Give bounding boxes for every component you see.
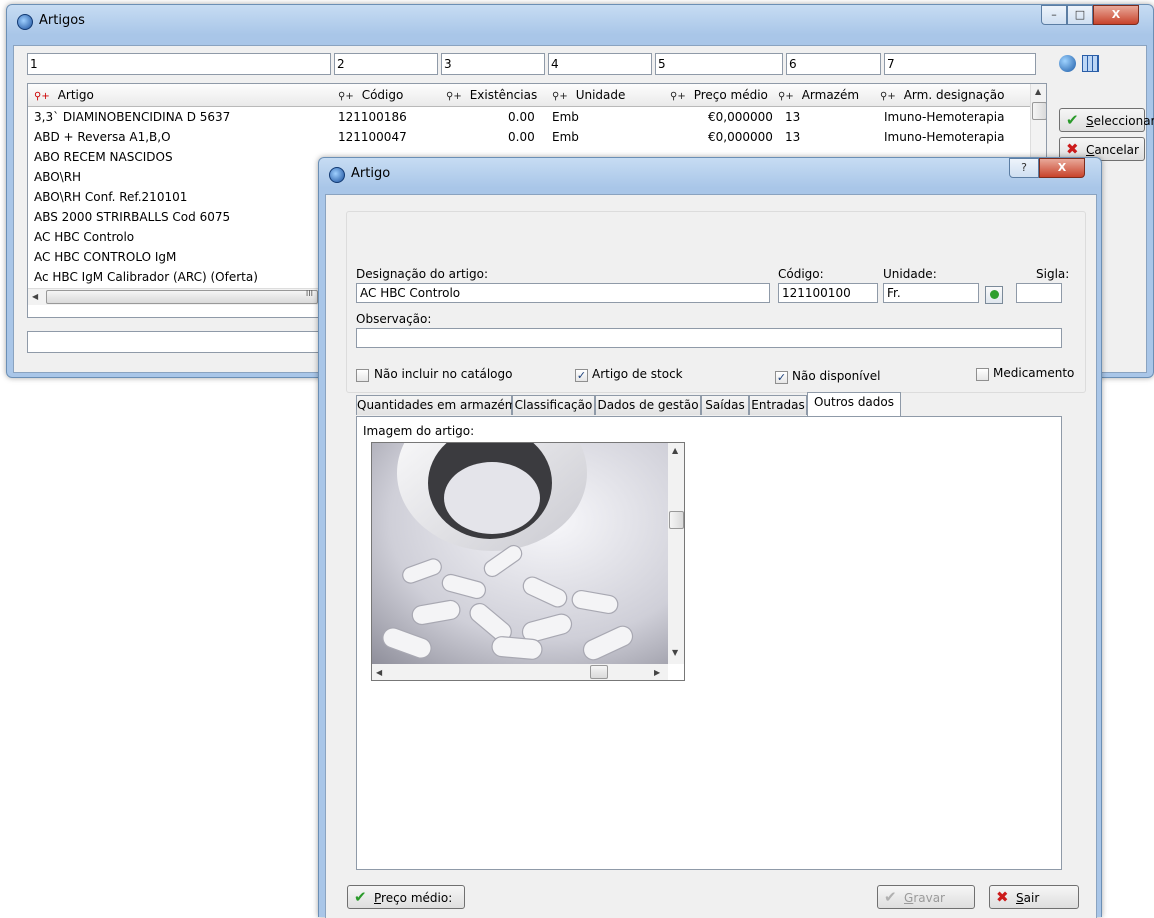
gravar-button[interactable]: ✔ Gravar (877, 885, 975, 909)
column-header-arm-designacao[interactable]: ⚲+ Arm. designação (880, 84, 1004, 106)
image-vscroll-thumb[interactable] (669, 511, 684, 529)
artigo-stock-label: Artigo de stock (592, 367, 683, 381)
medicamento-checkbox[interactable] (976, 368, 989, 381)
unidade-lookup-button[interactable] (985, 286, 1003, 304)
artigos-window-title: Artigos (39, 13, 85, 28)
grid-horizontal-scrollbar[interactable]: ◀ III (28, 288, 328, 305)
tab-panel-outros-dados: Imagem do artigo: ▲ ▼ ◀ ▶ (356, 416, 1062, 870)
column-header-unidade[interactable]: ⚲+ Unidade (552, 84, 625, 106)
tab-strip: Quantidades em armazém Classificação Dad… (356, 392, 1084, 417)
filter-label-1: 1 (30, 57, 38, 71)
image-hscroll-thumb[interactable] (590, 665, 608, 679)
check-icon: ✔ (884, 888, 897, 906)
column-header-armazem[interactable]: ⚲+ Armazém (778, 84, 859, 106)
unidade-label: Unidade: (883, 267, 937, 281)
horizontal-scroll-thumb[interactable]: III (46, 289, 318, 304)
imagem-artigo-label: Imagem do artigo: (363, 424, 475, 438)
artigos-titlebar[interactable]: Artigos – □ X (7, 5, 1153, 35)
filter-input-4[interactable]: 4 (548, 53, 652, 75)
artigo-dialog-title: Artigo (351, 166, 391, 181)
nao-disponivel-label: Não disponível (792, 369, 881, 383)
codigo-field[interactable]: 121100100 (778, 283, 878, 303)
nao-incluir-catalogo-checkbox[interactable] (356, 369, 369, 382)
image-scroll-up-icon[interactable]: ▲ (672, 446, 678, 455)
scroll-left-arrow-icon[interactable]: ◀ (32, 292, 38, 301)
minimize-button[interactable]: – (1041, 5, 1067, 25)
preco-medio-button[interactable]: ✔ Preço médio: (347, 885, 465, 909)
filter-label-7: 7 (887, 57, 895, 71)
column-header-artigo[interactable]: ⚲+ Artigo (34, 84, 94, 106)
column-header-preco-medio[interactable]: ⚲+ Preço médio (670, 84, 768, 106)
tab-dados-gestao[interactable]: Dados de gestão (595, 395, 701, 415)
table-row[interactable]: ABD + Reversa A1,B,O 121100047 0.00 Emb … (28, 127, 1028, 147)
image-vertical-scrollbar[interactable]: ▲ ▼ (668, 443, 684, 664)
status-input[interactable] (27, 331, 327, 353)
nao-incluir-catalogo-label: Não incluir no catálogo (374, 367, 513, 381)
image-scroll-right-icon[interactable]: ▶ (654, 668, 660, 677)
tab-saidas[interactable]: Saídas (701, 395, 749, 415)
designacao-field[interactable]: AC HBC Controlo (356, 283, 770, 303)
column-header-existencias[interactable]: ⚲+ Existências (446, 84, 537, 106)
grid-header: ⚲+ Artigo ⚲+ Código ⚲+ Existências ⚲+ Unidad… (28, 84, 1046, 107)
sigla-label: Sigla: (1036, 267, 1070, 281)
tab-classificacao[interactable]: Classificação (512, 395, 595, 415)
maximize-button[interactable]: □ (1067, 5, 1093, 25)
dialog-close-button[interactable]: X (1039, 158, 1085, 178)
nao-disponivel-checkbox[interactable]: ✓ (775, 371, 788, 384)
table-row[interactable]: 3,3` DIAMINOBENCIDINA D 5637 121100186 0… (28, 107, 1028, 127)
vertical-scroll-thumb[interactable] (1032, 102, 1046, 120)
artigo-dialog-titlebar[interactable]: Artigo ? X (319, 158, 1101, 188)
filter-input-3[interactable]: 3 (441, 53, 545, 75)
filter-input-5[interactable]: 5 (655, 53, 783, 75)
medicamento-label: Medicamento (993, 366, 1075, 380)
filter-label-3: 3 (444, 57, 452, 71)
filter-input-2[interactable]: 2 (334, 53, 438, 75)
tab-entradas[interactable]: Entradas (749, 395, 807, 415)
filter-input-7[interactable]: 7 (884, 53, 1036, 75)
filter-label-6: 6 (789, 57, 797, 71)
filter-label-4: 4 (551, 57, 559, 71)
check-icon: ✔ (354, 888, 367, 906)
codigo-label: Código: (778, 267, 824, 281)
help-button[interactable]: ? (1009, 158, 1039, 178)
pills-photo (372, 443, 668, 664)
column-header-codigo[interactable]: ⚲+ Código (338, 84, 403, 106)
sigla-field[interactable] (1016, 283, 1062, 303)
app-globe-icon (329, 167, 345, 183)
image-scroll-down-icon[interactable]: ▼ (672, 648, 678, 657)
grid-view-icon[interactable] (1082, 55, 1099, 72)
filter-label-2: 2 (337, 57, 345, 71)
artigo-dialog-client: Designação do artigo: AC HBC Controlo Có… (325, 194, 1097, 918)
scroll-grip: III (305, 289, 313, 298)
red-x-icon: ✖ (996, 888, 1009, 906)
app-globe-icon (17, 14, 33, 30)
product-image-frame[interactable]: ▲ ▼ ◀ ▶ (371, 442, 685, 681)
observacao-field[interactable] (356, 328, 1062, 348)
red-x-icon: ✖ (1066, 140, 1079, 158)
tab-outros-dados[interactable]: Outros dados (807, 392, 901, 416)
observacao-label: Observação: (356, 312, 432, 326)
add-green-icon (990, 290, 999, 299)
image-scroll-left-icon[interactable]: ◀ (376, 668, 382, 677)
filter-input-6[interactable]: 6 (786, 53, 881, 75)
search-globe-icon[interactable] (1059, 55, 1076, 72)
designacao-label: Designação do artigo: (356, 267, 488, 281)
close-button[interactable]: X (1093, 5, 1139, 25)
scroll-up-arrow-icon[interactable]: ▲ (1035, 87, 1041, 96)
filter-input-1[interactable]: 1 (27, 53, 331, 75)
image-horizontal-scrollbar[interactable]: ◀ ▶ (372, 664, 668, 680)
artigo-dialog: Artigo ? X Designação do artigo: AC HBC … (318, 157, 1102, 918)
unidade-field[interactable]: Fr. (883, 283, 979, 303)
filter-label-5: 5 (658, 57, 666, 71)
check-icon: ✔ (1066, 111, 1079, 129)
seleccionar-button[interactable]: ✔ Seleccionar (1059, 108, 1154, 132)
artigo-stock-checkbox[interactable]: ✓ (575, 369, 588, 382)
tab-quantidades-armazem[interactable]: Quantidades em armazém (356, 395, 516, 415)
sair-button[interactable]: ✖ Sair (989, 885, 1079, 909)
